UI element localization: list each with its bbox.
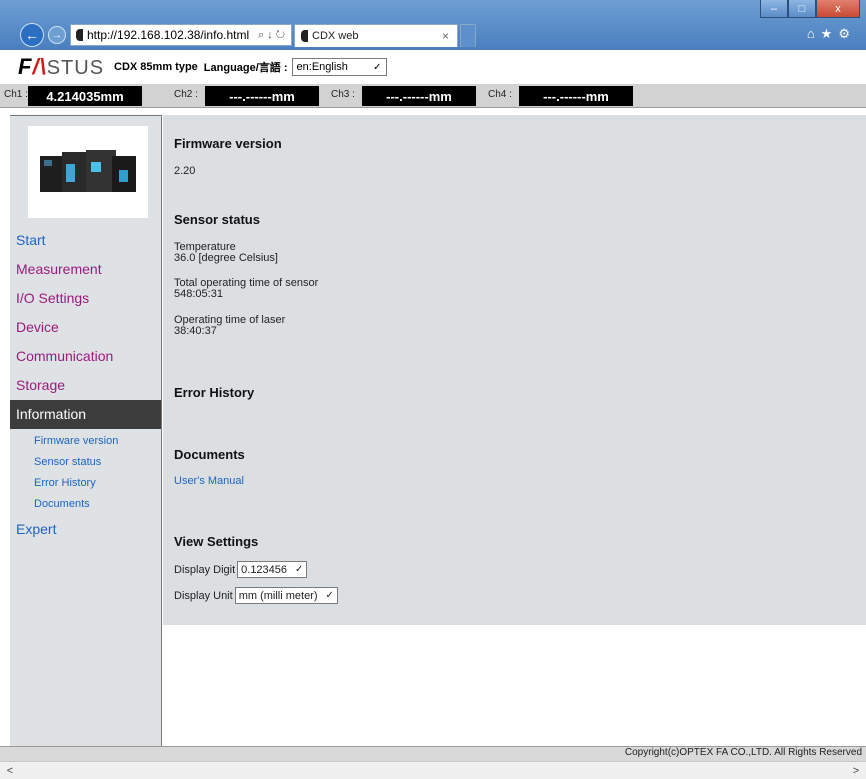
chevron-down-icon: ✓ xyxy=(373,61,382,73)
ch2-value: ---.------mm xyxy=(205,86,319,106)
scroll-right-icon[interactable]: > xyxy=(849,764,863,777)
sidebar-item-information[interactable]: Information xyxy=(10,400,161,429)
firmware-value: 2.20 xyxy=(174,165,196,177)
minimize-button[interactable]: – xyxy=(760,0,788,18)
subnav-sensor-status[interactable]: Sensor status xyxy=(34,452,161,473)
scroll-left-icon[interactable]: < xyxy=(3,764,17,777)
model-label: CDX 85mm type xyxy=(114,61,198,73)
total-operating-time-value: 548:05:31 xyxy=(174,288,223,300)
ch2-label: Ch2 : xyxy=(174,89,198,100)
users-manual-link[interactable]: User's Manual xyxy=(174,475,244,487)
back-arrow-icon[interactable]: ← xyxy=(20,23,44,47)
sidebar-item-storage[interactable]: Storage xyxy=(10,371,161,400)
temperature-value: 36.0 [degree Celsius] xyxy=(174,252,278,264)
subnav-firmware-version[interactable]: Firmware version xyxy=(34,431,161,452)
information-subnav: Firmware version Sensor status Error His… xyxy=(10,429,161,519)
display-digit-select[interactable]: 0.123456 ✓ xyxy=(237,561,308,578)
laser-time-label: Operating time of laser xyxy=(174,314,286,326)
display-unit-select[interactable]: mm (milli meter) ✓ xyxy=(234,587,338,604)
tab-title: CDX web xyxy=(312,30,359,42)
firmware-title: Firmware version xyxy=(174,136,282,151)
site-favicon-icon xyxy=(76,29,83,41)
subnav-documents[interactable]: Documents xyxy=(34,494,161,515)
chevron-down-icon: ✓ xyxy=(295,564,304,575)
sidebar-item-communication[interactable]: Communication xyxy=(10,342,161,371)
search-refresh-icons[interactable]: ⌕ ↓ ↻ xyxy=(258,29,285,42)
main-content: Firmware version 2.20 Sensor status Temp… xyxy=(163,115,866,625)
close-window-button[interactable]: x xyxy=(816,0,860,18)
language-select[interactable]: en:English ✓ xyxy=(291,58,387,76)
ch3-value: ---.------mm xyxy=(362,86,476,106)
browser-tab[interactable]: CDX web × xyxy=(294,24,458,47)
display-digit-row: Display Digit 0.123456 ✓ xyxy=(174,561,308,578)
home-favorites-settings-icons[interactable]: ⌂★⚙ xyxy=(807,26,856,42)
sidebar-item-measurement[interactable]: Measurement xyxy=(10,255,161,284)
product-image xyxy=(28,126,148,218)
forward-arrow-icon[interactable]: → xyxy=(48,26,66,44)
sensor-status-title: Sensor status xyxy=(174,212,260,227)
subnav-error-history[interactable]: Error History xyxy=(34,473,161,494)
sidebar-item-device[interactable]: Device xyxy=(10,313,161,342)
channel-bar: Ch1 : 4.214035mm Ch2 : ---.------mm Ch3 … xyxy=(0,85,866,108)
ch4-label: Ch4 : xyxy=(488,89,512,100)
temperature-label: Temperature xyxy=(174,241,236,253)
tab-close-icon[interactable]: × xyxy=(442,29,449,43)
language-label: Language/言語 : xyxy=(203,62,288,74)
documents-title: Documents xyxy=(174,447,245,462)
address-bar[interactable]: http://192.168.102.38/info.html ⌕ ↓ ↻ xyxy=(70,24,292,46)
sidebar: Start Measurement I/O Settings Device Co… xyxy=(10,115,162,747)
sidebar-item-io-settings[interactable]: I/O Settings xyxy=(10,284,161,313)
ch3-label: Ch3 : xyxy=(331,89,355,100)
ch1-label: Ch1 : xyxy=(4,89,28,100)
chevron-down-icon: ✓ xyxy=(325,590,334,601)
ch1-value: 4.214035mm xyxy=(28,86,142,106)
app-header: F/\STUS CDX 85mm type Language/言語 : en:E… xyxy=(0,50,866,85)
display-unit-row: Display Unit mm (milli meter) ✓ xyxy=(174,587,338,604)
sidebar-nav: Start Measurement I/O Settings Device Co… xyxy=(10,226,161,539)
maximize-button[interactable]: □ xyxy=(788,0,816,18)
ch4-value: ---.------mm xyxy=(519,86,633,106)
window-controls: – □ x xyxy=(760,0,860,18)
laser-time-value: 38:40:37 xyxy=(174,325,217,337)
horizontal-scrollbar[interactable]: < > xyxy=(0,761,866,779)
copyright-text: Copyright(c)OPTEX FA CO.,LTD. All Rights… xyxy=(624,747,862,758)
display-unit-label: Display Unit xyxy=(174,589,233,602)
fastus-logo: F/\STUS xyxy=(18,54,105,79)
view-settings-title: View Settings xyxy=(174,534,259,549)
sidebar-item-start[interactable]: Start xyxy=(10,226,161,255)
new-tab-button[interactable] xyxy=(460,24,476,47)
browser-chrome: – □ x ← → http://192.168.102.38/info.htm… xyxy=(0,0,866,50)
total-operating-time-label: Total operating time of sensor xyxy=(174,277,319,289)
sidebar-item-expert[interactable]: Expert xyxy=(10,519,161,539)
display-digit-label: Display Digit xyxy=(174,563,236,576)
address-text[interactable]: http://192.168.102.38/info.html xyxy=(87,28,249,42)
tab-favicon-icon xyxy=(301,30,308,42)
error-history-title: Error History xyxy=(174,385,255,400)
footer: Copyright(c)OPTEX FA CO.,LTD. All Rights… xyxy=(0,746,866,761)
